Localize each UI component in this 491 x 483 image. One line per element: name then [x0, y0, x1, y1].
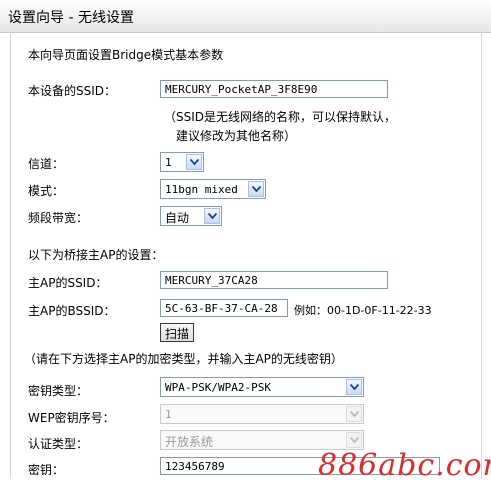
chevron-down-icon[interactable]	[248, 181, 264, 197]
page-title: 设置向导 - 无线设置	[8, 10, 134, 26]
ssid-hint-line1: （SSID是无线网络的名称，可以保持默认，	[164, 110, 397, 124]
key-type-select[interactable]: WPA-PSK/WPA2-PSK	[160, 377, 364, 397]
auth-type-label: 认证类型：	[28, 437, 89, 451]
bssid-example: 例如：00-1D-0F-11-22-33	[294, 304, 432, 317]
root-bssid-label: 主AP的BSSID：	[28, 304, 116, 318]
bandwidth-value: 自动	[165, 211, 190, 225]
key-label: 密钥：	[28, 463, 65, 477]
chevron-down-icon[interactable]	[204, 208, 220, 224]
bandwidth-select[interactable]: 自动	[160, 206, 222, 226]
root-ssid-input[interactable]: MERCURY_37CA28	[160, 271, 388, 289]
chevron-down-icon[interactable]	[346, 379, 362, 395]
wep-index-label: WEP密钥序号：	[28, 411, 115, 425]
bridge-section-heading: 以下为桥接主AP的设置：	[28, 248, 164, 262]
intro-text: 本向导页面设置Bridge模式基本参数	[28, 48, 224, 62]
scan-button[interactable]: 扫描	[160, 323, 195, 342]
auth-type-select: 开放系统	[160, 430, 364, 450]
key-type-value: WPA-PSK/WPA2-PSK	[165, 381, 271, 394]
mode-value: 11bgn mixed	[165, 183, 238, 196]
watermark: 886abc.com	[318, 448, 491, 483]
auth-type-value: 开放系统	[165, 435, 214, 449]
bandwidth-label: 频段带宽：	[28, 211, 89, 225]
channel-value: 1	[165, 156, 172, 169]
key-type-label: 密钥类型：	[28, 384, 89, 398]
ssid-label: 本设备的SSID：	[28, 84, 117, 98]
chevron-down-icon[interactable]	[186, 154, 202, 170]
chevron-down-icon	[346, 406, 362, 422]
root-ssid-label: 主AP的SSID：	[28, 276, 108, 290]
mode-select[interactable]: 11bgn mixed	[160, 179, 266, 199]
ssid-input[interactable]: MERCURY_PocketAP_3F8E90	[160, 80, 388, 98]
channel-select[interactable]: 1	[160, 152, 204, 172]
wep-index-value: 1	[165, 408, 172, 421]
mode-label: 模式：	[28, 184, 65, 198]
title-bar: 设置向导 - 无线设置	[0, 0, 491, 33]
root-bssid-input[interactable]: 5C-63-BF-37-CA-28	[160, 299, 288, 317]
ssid-hint-line2: 建议修改为其他名称）	[176, 129, 297, 143]
security-note: （请在下方选择主AP的加密类型，并输入主AP的无线密钥）	[24, 352, 343, 366]
chevron-down-icon	[346, 432, 362, 448]
wep-index-select: 1	[160, 404, 364, 424]
channel-label: 信道：	[28, 157, 65, 171]
